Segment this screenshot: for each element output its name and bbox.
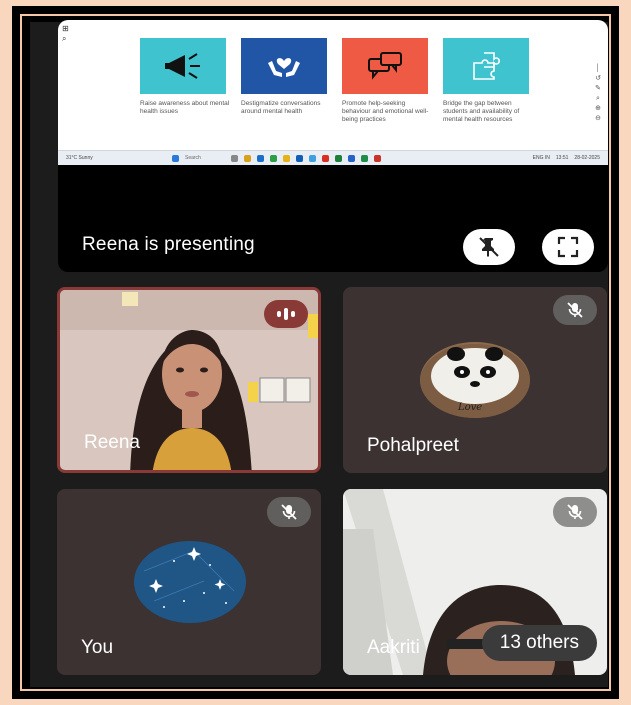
fullscreen-button[interactable] <box>542 229 594 265</box>
mic-off-badge <box>267 497 311 527</box>
participant-name: Pohalpreet <box>367 435 459 456</box>
pin-off-icon <box>479 237 499 257</box>
presentation-area[interactable]: ⊞ ⌕ │ ↺ ✎ ⌕ ⊕ ⊖ Raise awareness about mental h… <box>58 20 608 272</box>
participant-name: You <box>81 637 114 658</box>
app-icon-green[interactable] <box>270 154 277 162</box>
app-icon-blue[interactable] <box>296 154 303 162</box>
participant-name: Reena <box>84 432 140 453</box>
taskbar-icons: Search <box>172 154 381 162</box>
speaking-indicator <box>264 300 308 328</box>
megaphone-icon <box>165 53 200 79</box>
pdf-icon[interactable] <box>374 154 381 162</box>
slide-toolbar-right: │ ↺ ✎ ⌕ ⊕ ⊖ <box>595 65 601 122</box>
edge-icon[interactable] <box>257 154 264 162</box>
card-awareness <box>140 38 226 94</box>
shared-slide: ⊞ ⌕ │ ↺ ✎ ⌕ ⊕ ⊖ Raise awareness about mental h… <box>58 20 608 165</box>
taskbar-search[interactable]: Search <box>185 155 225 161</box>
task-view-icon[interactable] <box>231 154 238 162</box>
chrome-icon[interactable] <box>322 154 329 162</box>
speech-bubbles-icon <box>368 52 402 80</box>
taskbar-date: 28-02-2025 <box>574 155 600 161</box>
windows-start-icon[interactable] <box>172 154 179 162</box>
excel-icon[interactable] <box>361 154 368 162</box>
windows-taskbar: 31°C Sunny Search ENG IN 13:51 28-02-202… <box>58 150 608 165</box>
app-icon-yellow[interactable] <box>283 154 290 162</box>
participant-tile-aakriti[interactable]: Aakriti 13 others <box>343 489 607 675</box>
card-bridge-text: Bridge the gap between students and avai… <box>443 100 520 123</box>
card-destigmatize <box>241 38 327 94</box>
file-explorer-icon[interactable] <box>244 154 251 162</box>
card-awareness-text: Raise awareness about mental health issu… <box>140 100 230 115</box>
card-promote <box>342 38 428 94</box>
participant-tile-pohalpreet[interactable]: Love Pohalpreet <box>343 287 607 473</box>
participant-name: Aakriti <box>367 637 420 658</box>
hands-heart-icon <box>268 58 300 77</box>
slide-toolbar-left: ⊞ ⌕ <box>62 24 69 43</box>
card-destigmatize-text: Destigmatize conversations around mental… <box>241 100 321 115</box>
presenting-label: Reena is presenting <box>82 234 255 255</box>
avatar <box>134 541 246 623</box>
mic-off-icon <box>281 504 297 520</box>
mic-off-badge <box>553 497 597 527</box>
puzzle-icon <box>473 52 500 80</box>
taskbar-weather: 31°C Sunny <box>66 155 93 161</box>
word-icon[interactable] <box>348 154 355 162</box>
starry-sky-avatar <box>134 541 246 623</box>
taskbar-tray: ENG IN 13:51 28-02-2025 <box>533 155 600 161</box>
card-promote-text: Promote help-seeking behaviour and emoti… <box>342 100 429 123</box>
mic-off-badge <box>553 295 597 325</box>
others-count-pill[interactable]: 13 others <box>481 625 597 661</box>
svg-text:Love: Love <box>457 402 482 413</box>
taskbar-language: ENG IN <box>532 155 550 161</box>
fullscreen-icon <box>557 236 579 258</box>
taskbar-time: 13:51 <box>555 155 569 161</box>
app-icon-lightblue[interactable] <box>309 154 316 162</box>
mic-off-icon <box>567 302 583 318</box>
app-icon-darkgreen[interactable] <box>335 154 342 162</box>
avatar: Love <box>420 342 530 418</box>
mic-off-icon <box>567 504 583 520</box>
panda-cake-avatar: Love <box>420 344 530 418</box>
participant-tile-reena[interactable]: Reena <box>57 287 321 473</box>
participant-tile-you[interactable]: You <box>57 489 321 675</box>
unpin-button[interactable] <box>463 229 515 265</box>
card-bridge <box>443 38 529 94</box>
